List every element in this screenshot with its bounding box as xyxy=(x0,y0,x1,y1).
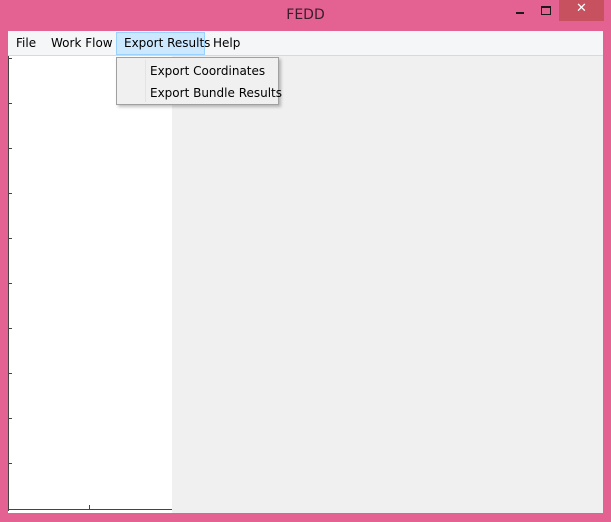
close-icon: ✕ xyxy=(576,1,587,16)
client-area: File Work Flow Export Results Help xyxy=(8,31,603,513)
y-axis-tick xyxy=(8,58,12,59)
menu-work-flow[interactable]: Work Flow xyxy=(44,32,120,55)
y-axis-tick xyxy=(8,283,12,284)
minimize-icon xyxy=(516,12,524,14)
menu-bar: File Work Flow Export Results Help xyxy=(8,31,603,56)
y-axis-tick xyxy=(8,148,12,149)
export-results-dropdown: Export Coordinates Export Bundle Results xyxy=(116,57,282,105)
menu-item-export-bundle-results[interactable]: Export Bundle Results xyxy=(119,82,282,104)
title-bar[interactable]: FEDD ✕ xyxy=(0,0,611,31)
y-axis-tick xyxy=(8,373,12,374)
minimize-button[interactable] xyxy=(505,0,532,21)
menu-export-results[interactable]: Export Results xyxy=(116,32,210,55)
maximize-button[interactable] xyxy=(532,0,559,21)
app-window: FEDD ✕ File Work Flow Export Results Hel… xyxy=(0,0,611,522)
maximize-icon xyxy=(541,6,551,15)
menu-file[interactable]: File xyxy=(9,32,43,55)
y-axis-tick xyxy=(8,328,12,329)
plot-panel[interactable] xyxy=(8,56,172,513)
y-axis-tick xyxy=(8,103,12,104)
menu-item-export-coordinates[interactable]: Export Coordinates xyxy=(119,60,276,82)
menu-help[interactable]: Help xyxy=(206,32,247,55)
y-axis-tick xyxy=(8,193,12,194)
y-axis-tick xyxy=(8,418,12,419)
y-axis-tick xyxy=(8,463,12,464)
x-axis-tick xyxy=(89,505,90,509)
close-button[interactable]: ✕ xyxy=(559,0,604,21)
y-axis-tick xyxy=(8,238,12,239)
x-axis-line xyxy=(8,509,172,510)
